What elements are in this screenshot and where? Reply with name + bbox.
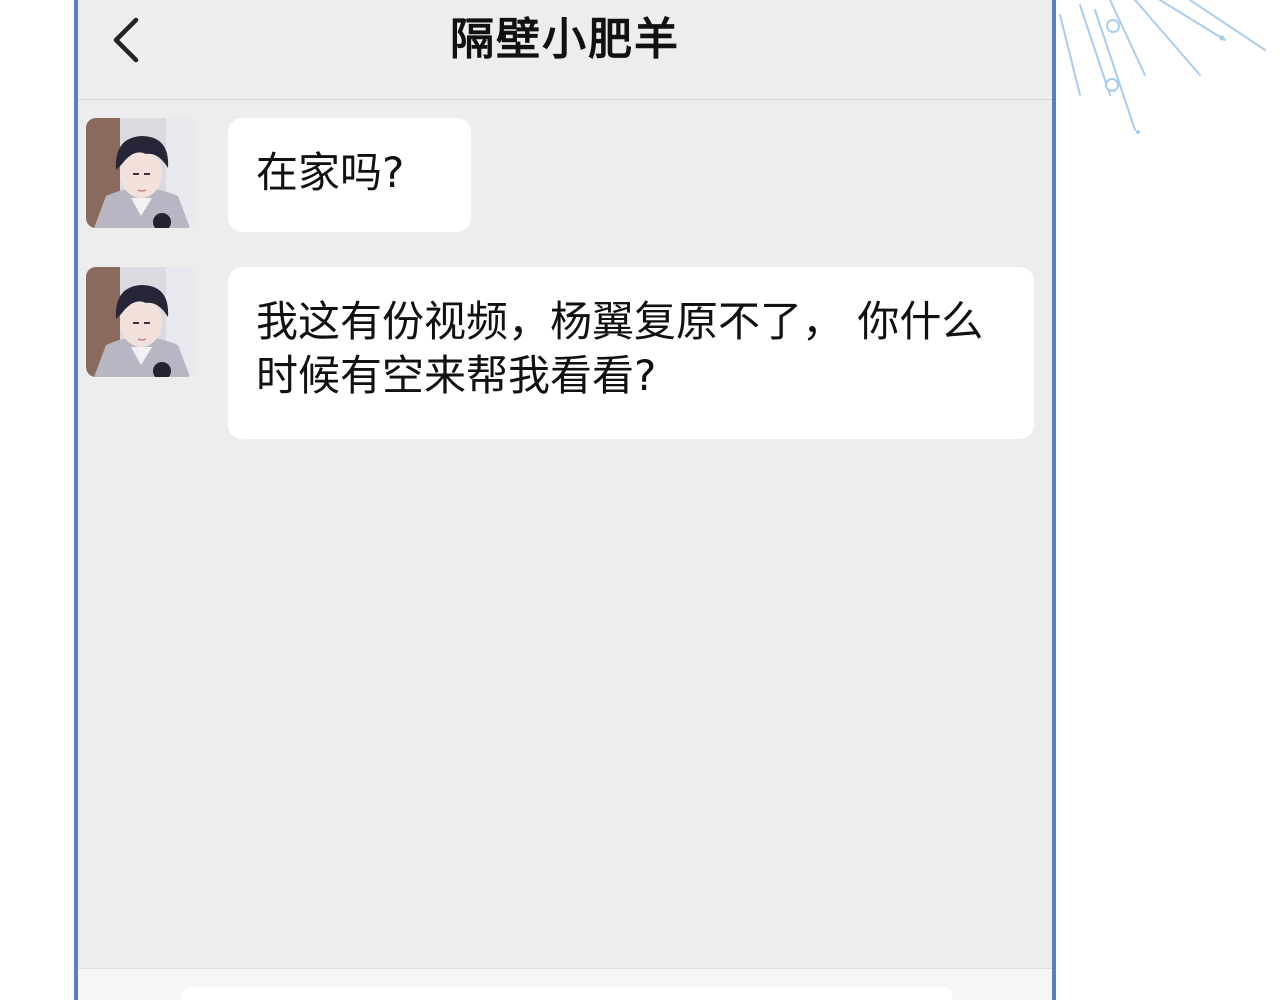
- sparkle-decoration: [1059, 0, 1266, 134]
- chat-header: 隔壁小肥羊: [78, 0, 1052, 100]
- message-input[interactable]: [182, 987, 952, 1000]
- avatar[interactable]: [86, 118, 196, 228]
- comic-panel: 隔壁小肥羊 在家吗? 我这有份视频，杨翼复原不了， 你什么时候有空来帮我看看?: [0, 0, 1280, 1000]
- phone-screen: 隔壁小肥羊 在家吗? 我这有份视频，杨翼复原不了， 你什么时候有空来帮我看看?: [74, 0, 1056, 1000]
- input-bar: [78, 968, 1052, 1000]
- chat-title: 隔壁小肥羊: [450, 14, 680, 65]
- message-bubble: 我这有份视频，杨翼复原不了， 你什么时候有空来帮我看看?: [228, 267, 1034, 439]
- avatar[interactable]: [86, 267, 196, 377]
- message-bubble: 在家吗?: [228, 118, 471, 232]
